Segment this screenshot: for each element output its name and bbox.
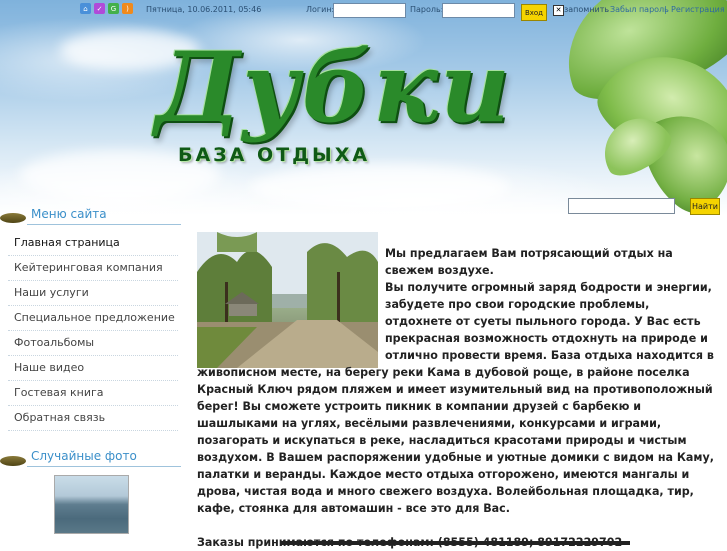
menu-item-catering[interactable]: Кейтеринговая компания xyxy=(8,256,178,281)
menu-item-home[interactable]: Главная страница xyxy=(8,231,178,256)
acorn-icon xyxy=(0,456,26,466)
menu-item-feedback[interactable]: Обратная связь xyxy=(8,406,178,431)
menu-item-guestbook[interactable]: Гостевая книга xyxy=(8,381,178,406)
divider xyxy=(27,466,181,467)
menu-item-photo-albums[interactable]: Фотоальбомы xyxy=(8,331,178,356)
remember-label: запомнить xyxy=(564,5,610,14)
site-logo-title[interactable]: Дубки xyxy=(155,28,510,148)
menu-item-services[interactable]: Наши услуги xyxy=(8,281,178,306)
login-field[interactable] xyxy=(333,3,406,18)
search-input[interactable] xyxy=(568,198,675,214)
gear-icon[interactable]: G xyxy=(108,3,119,14)
login-button[interactable]: Вход xyxy=(521,4,547,21)
password-field[interactable] xyxy=(442,3,515,18)
link-separator: | xyxy=(664,5,667,14)
password-label: Пароль: xyxy=(410,5,444,14)
register-link[interactable]: Регистрация xyxy=(671,5,725,14)
footer-bar xyxy=(280,541,630,545)
menu-block-title: Меню сайта xyxy=(31,207,107,221)
acorn-icon xyxy=(0,213,26,223)
top-bar: ⌂ ✓ G ) Пятница, 10.06.2011, 05:46 Логин… xyxy=(0,0,727,21)
random-photo-title: Случайные фото xyxy=(31,449,137,463)
home-icon[interactable]: ⌂ xyxy=(80,3,91,14)
top-icons: ⌂ ✓ G ) xyxy=(80,3,133,14)
header-banner: ⌂ ✓ G ) Пятница, 10.06.2011, 05:46 Логин… xyxy=(0,0,727,215)
main-article: Мы предлагаем Вам потрясающий отдых на с… xyxy=(197,245,717,551)
search-button[interactable]: Найти xyxy=(690,198,720,215)
cloud xyxy=(250,165,510,210)
divider xyxy=(27,224,181,225)
remember-checkbox[interactable]: ✕ xyxy=(553,5,564,16)
menu-item-special-offer[interactable]: Специальное предложение xyxy=(8,306,178,331)
pm-icon[interactable]: ✓ xyxy=(94,3,105,14)
random-photo-image[interactable] xyxy=(54,475,129,534)
site-logo-subtitle: БАЗА ОТДЫХА xyxy=(178,144,371,166)
datetime: Пятница, 10.06.2011, 05:46 xyxy=(146,5,262,14)
rss-icon[interactable]: ) xyxy=(122,3,133,14)
site-menu: Главная страница Кейтеринговая компания … xyxy=(8,231,178,431)
login-label: Логин: xyxy=(306,5,335,14)
menu-item-video[interactable]: Наше видео xyxy=(8,356,178,381)
forgot-password-link[interactable]: Забыл пароль xyxy=(610,5,669,14)
